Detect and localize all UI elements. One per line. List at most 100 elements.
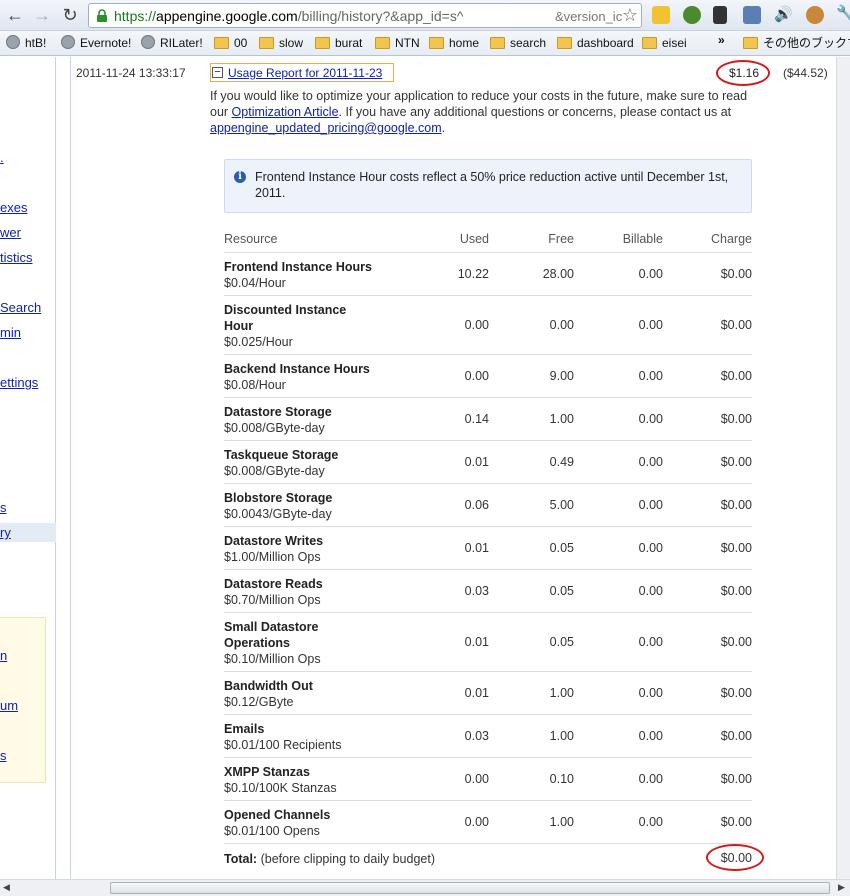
resource-cell: Emails $0.01/100 Recipients [224,714,419,758]
resource-cell: Frontend Instance Hours $0.04/Hour [224,252,419,296]
total-label-cell: Total: (before clipping to daily budget) [224,843,663,873]
cell-free: 1.00 [489,714,574,758]
nav-link-box-2[interactable]: um [0,698,18,713]
cell-free: 1.00 [489,397,574,441]
left-nav: . exes wer tistics Search min ettings s … [0,57,56,879]
cell-free: 0.05 [489,569,574,613]
collapse-toggle-icon[interactable]: − [212,67,223,78]
globe-icon [141,35,155,49]
bookmarks-overflow-chevron[interactable]: » [718,32,725,49]
table-row: Bandwidth Out $0.12/GByte 0.01 1.00 0.00 $0.0… [224,671,752,715]
header-resource: Resource [224,226,419,253]
bookmarks-bar: htB! Evernote! RILater! 00 slow burat NT… [0,31,850,56]
reload-icon[interactable]: ↻ [59,4,81,26]
nav-link-statistics[interactable]: tistics [0,250,33,265]
cell-free: 0.05 [489,526,574,570]
nav-link-billing-settings[interactable]: s [0,500,7,515]
cell-used: 0.03 [419,714,489,758]
resource-cell: Blobstore Storage $0.0043/GByte-day [224,483,419,527]
cell-free: 0.00 [489,295,574,355]
scroll-right-arrow-icon[interactable]: ▶ [838,882,845,893]
cell-charge: $0.00 [663,569,752,613]
support-email-link[interactable]: appengine_updated_pricing@google.com [210,121,442,135]
table-row: Blobstore Storage $0.0043/GByte-day 0.06 5.… [224,483,752,527]
optimization-article-link[interactable]: Optimization Article [232,105,339,119]
folder-icon [315,37,330,49]
extension-phone-icon[interactable] [652,6,670,24]
cell-free: 5.00 [489,483,574,527]
resource-rate: $0.08/Hour [224,377,286,392]
cell-charge: $0.00 [663,397,752,441]
cell-billable: 0.00 [574,354,663,398]
nav-link-billing-history[interactable]: ry [0,525,11,540]
resource-name: Datastore Reads [224,576,323,591]
nav-link-admin[interactable]: min [0,325,21,340]
bookmark-folder-slow[interactable]: slow [259,35,303,52]
scroll-left-arrow-icon[interactable]: ◀ [3,882,10,893]
nav-link-indexes[interactable]: exes [0,200,27,215]
cookie-icon[interactable] [806,6,824,24]
cell-used: 0.14 [419,397,489,441]
cell-billable: 0.00 [574,295,663,355]
resource-cell: Small Datastore Operations $0.10/Million … [224,612,419,672]
forward-arrow-icon[interactable]: → [31,4,53,26]
cell-billable: 0.00 [574,757,663,801]
extension-mobile-icon[interactable] [713,6,727,24]
resource-name: Frontend Instance Hours [224,259,372,274]
resource-cell: Bandwidth Out $0.12/GByte [224,671,419,715]
cell-charge: $0.00 [663,800,752,844]
speaker-icon[interactable]: 🔊 [774,5,793,23]
bookmark-folder-eisei[interactable]: eisei [642,35,687,52]
resource-rate: $0.10/Million Ops [224,651,321,666]
nav-link-settings[interactable]: ettings [0,375,38,390]
resource-rate: $0.008/GByte-day [224,463,325,478]
back-arrow-icon[interactable]: ← [4,4,26,26]
header-used: Used [419,226,489,253]
bookmark-folder-home[interactable]: home [429,35,479,52]
table-row: Backend Instance Hours $0.08/Hour 0.00 9.00… [224,354,752,398]
address-bar[interactable]: https://appengine.google.com/billing/his… [88,3,642,28]
resource-name: Discounted Instance Hour [224,302,347,333]
bookmark-htb[interactable]: htB! [6,35,46,52]
vertical-scrollbar[interactable] [836,57,850,879]
usage-report-link[interactable]: Usage Report for 2011-11-23 [228,66,382,80]
table-row: Datastore Reads $0.70/Million Ops 0.03 0.05… [224,569,752,613]
cell-used: 0.01 [419,440,489,484]
nav-link[interactable]: . [0,150,4,165]
resource-rate: $0.70/Million Ops [224,592,321,607]
bookmark-folder-00[interactable]: 00 [214,35,247,52]
bookmark-folder-burat[interactable]: burat [315,35,362,52]
nav-link-box-1[interactable]: n [0,648,7,663]
cell-used: 0.01 [419,671,489,715]
bookmark-star-icon[interactable]: ☆ [622,5,638,26]
bookmark-folder-dashboard[interactable]: dashboard [557,35,634,52]
total-row: Total: (before clipping to daily budget)… [224,843,752,873]
evernote-icon[interactable] [683,6,701,24]
nav-link-box-3[interactable]: s [0,748,7,763]
extension-window-icon[interactable] [743,6,761,24]
total-label: Total: [224,851,258,866]
usage-table: Resource Used Free Billable Charge Front… [224,226,752,873]
nav-link-search[interactable]: Search [0,300,41,315]
resource-rate: $0.01/100 Opens [224,823,320,838]
bookmark-folder-search[interactable]: search [490,35,546,52]
cell-free: 9.00 [489,354,574,398]
table-row: Frontend Instance Hours $0.04/Hour 10.22 28… [224,252,752,296]
resource-name: Small Datastore Operations [224,619,319,650]
optimization-advice: If you would like to optimize your appli… [210,89,748,135]
bookmark-evernote[interactable]: Evernote! [61,35,131,52]
cell-free: 0.05 [489,612,574,672]
wrench-icon[interactable]: 🔧 [836,4,850,22]
bookmark-folder-other[interactable]: その他のブックマーク [743,35,850,52]
horizontal-scroll-thumb[interactable] [110,882,830,894]
info-icon: i [234,171,246,183]
bookmark-rilater[interactable]: RILater! [141,35,203,52]
cell-charge: $0.00 [663,671,752,715]
horizontal-scrollbar[interactable]: ◀ ▶ [0,879,850,896]
resource-name: Opened Channels [224,807,331,822]
cell-charge: $0.00 [663,295,752,355]
cell-billable: 0.00 [574,252,663,296]
nav-link-viewer[interactable]: wer [0,225,21,240]
bookmark-folder-ntn[interactable]: NTN [375,35,420,52]
resource-name: XMPP Stanzas [224,764,310,779]
